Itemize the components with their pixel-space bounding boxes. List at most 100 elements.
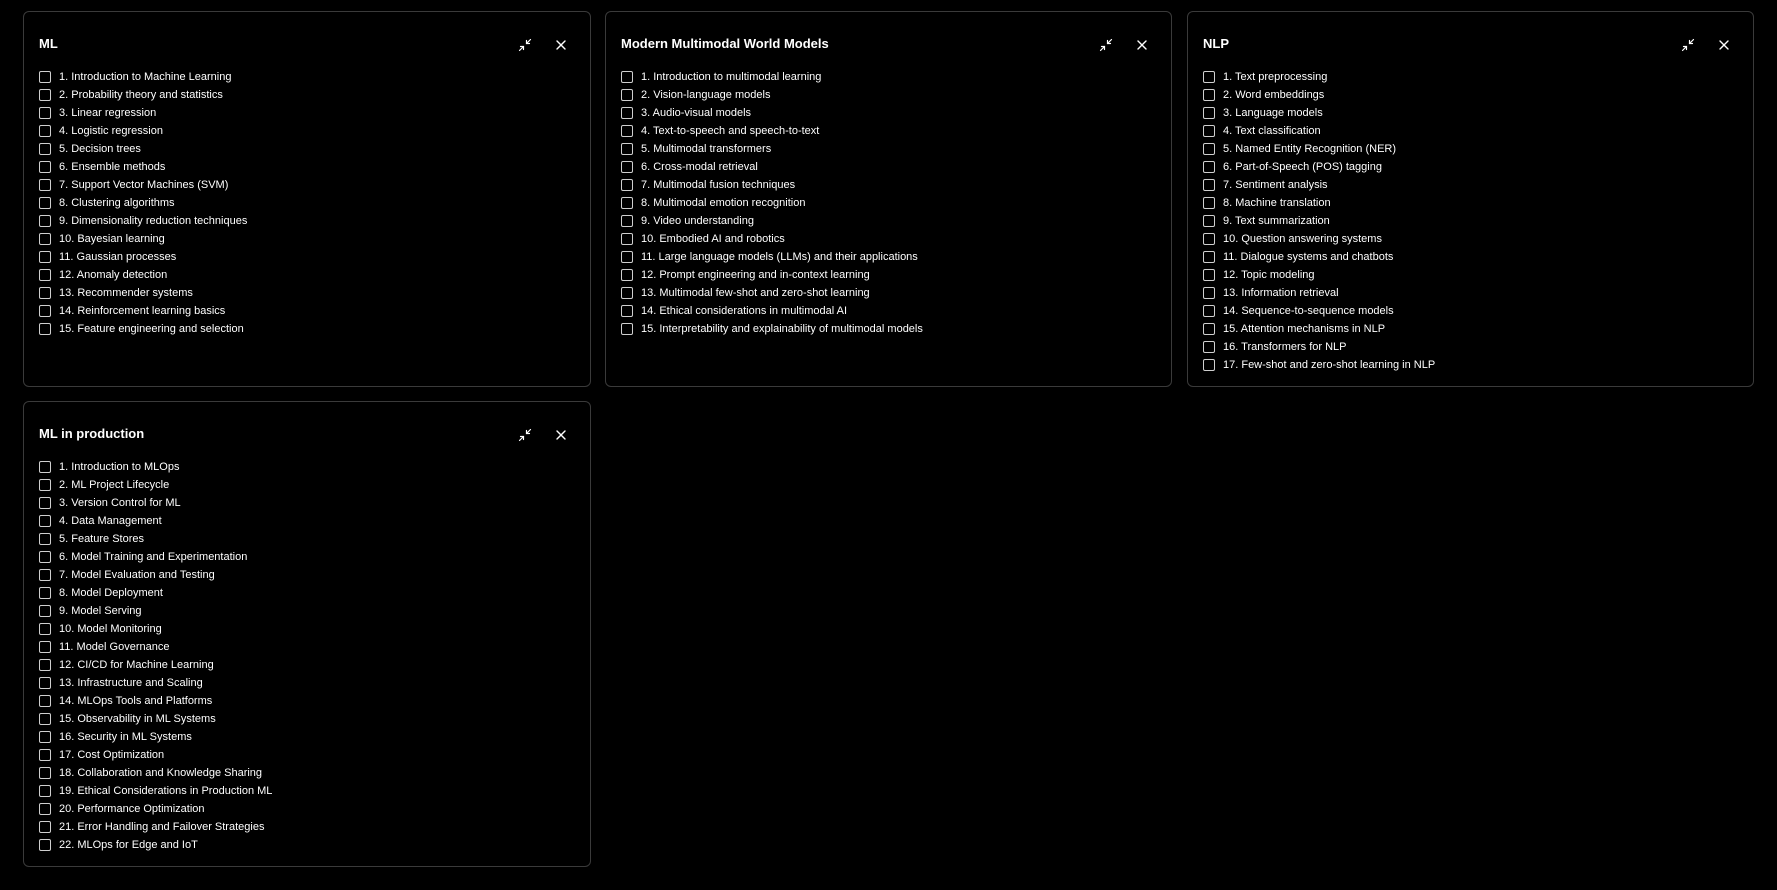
list-item[interactable]: 1. Text preprocessing xyxy=(1203,68,1435,86)
checkbox[interactable] xyxy=(1203,89,1215,101)
list-item[interactable]: 3. Language models xyxy=(1203,104,1435,122)
list-item[interactable]: 10. Model Monitoring xyxy=(39,620,272,638)
checkbox[interactable] xyxy=(39,821,51,833)
checkbox[interactable] xyxy=(621,161,633,173)
checkbox[interactable] xyxy=(1203,143,1215,155)
list-item[interactable]: 2. Vision-language models xyxy=(621,86,923,104)
list-item[interactable]: 4. Text-to-speech and speech-to-text xyxy=(621,122,923,140)
checkbox[interactable] xyxy=(1203,305,1215,317)
list-item[interactable]: 4. Text classification xyxy=(1203,122,1435,140)
list-item[interactable]: 7. Model Evaluation and Testing xyxy=(39,566,272,584)
checkbox[interactable] xyxy=(39,623,51,635)
list-item[interactable]: 12. Topic modeling xyxy=(1203,266,1435,284)
checkbox[interactable] xyxy=(39,659,51,671)
list-item[interactable]: 5. Feature Stores xyxy=(39,530,272,548)
checkbox[interactable] xyxy=(1203,251,1215,263)
list-item[interactable]: 6. Ensemble methods xyxy=(39,158,247,176)
checkbox[interactable] xyxy=(39,233,51,245)
checkbox[interactable] xyxy=(39,461,51,473)
checkbox[interactable] xyxy=(39,287,51,299)
checkbox[interactable] xyxy=(39,197,51,209)
minimize-button[interactable] xyxy=(1096,35,1116,55)
list-item[interactable]: 3. Audio-visual models xyxy=(621,104,923,122)
list-item[interactable]: 10. Question answering systems xyxy=(1203,230,1435,248)
checkbox[interactable] xyxy=(39,161,51,173)
list-item[interactable]: 7. Sentiment analysis xyxy=(1203,176,1435,194)
list-item[interactable]: 1. Introduction to Machine Learning xyxy=(39,68,247,86)
list-item[interactable]: 11. Gaussian processes xyxy=(39,248,247,266)
list-item[interactable]: 4. Logistic regression xyxy=(39,122,247,140)
list-item[interactable]: 3. Linear regression xyxy=(39,104,247,122)
checkbox[interactable] xyxy=(39,269,51,281)
checkbox[interactable] xyxy=(39,125,51,137)
list-item[interactable]: 9. Dimensionality reduction techniques xyxy=(39,212,247,230)
checkbox[interactable] xyxy=(39,479,51,491)
checkbox[interactable] xyxy=(39,215,51,227)
list-item[interactable]: 3. Version Control for ML xyxy=(39,494,272,512)
checkbox[interactable] xyxy=(39,89,51,101)
list-item[interactable]: 17. Few-shot and zero-shot learning in N… xyxy=(1203,356,1435,374)
list-item[interactable]: 20. Performance Optimization xyxy=(39,800,272,818)
checkbox[interactable] xyxy=(39,695,51,707)
minimize-button[interactable] xyxy=(515,35,535,55)
list-item[interactable]: 13. Multimodal few-shot and zero-shot le… xyxy=(621,284,923,302)
list-item[interactable]: 10. Embodied AI and robotics xyxy=(621,230,923,248)
list-item[interactable]: 12. CI/CD for Machine Learning xyxy=(39,656,272,674)
checkbox[interactable] xyxy=(1203,215,1215,227)
checkbox[interactable] xyxy=(39,731,51,743)
checkbox[interactable] xyxy=(39,551,51,563)
list-item[interactable]: 5. Named Entity Recognition (NER) xyxy=(1203,140,1435,158)
list-item[interactable]: 11. Model Governance xyxy=(39,638,272,656)
checkbox[interactable] xyxy=(39,641,51,653)
checkbox[interactable] xyxy=(39,497,51,509)
checkbox[interactable] xyxy=(39,803,51,815)
list-item[interactable]: 13. Infrastructure and Scaling xyxy=(39,674,272,692)
checkbox[interactable] xyxy=(621,233,633,245)
checkbox[interactable] xyxy=(621,143,633,155)
list-item[interactable]: 13. Information retrieval xyxy=(1203,284,1435,302)
list-item[interactable]: 5. Decision trees xyxy=(39,140,247,158)
checkbox[interactable] xyxy=(621,179,633,191)
checkbox[interactable] xyxy=(39,251,51,263)
list-item[interactable]: 7. Support Vector Machines (SVM) xyxy=(39,176,247,194)
checkbox[interactable] xyxy=(621,107,633,119)
list-item[interactable]: 19. Ethical Considerations in Production… xyxy=(39,782,272,800)
list-item[interactable]: 9. Video understanding xyxy=(621,212,923,230)
list-item[interactable]: 14. Ethical considerations in multimodal… xyxy=(621,302,923,320)
list-item[interactable]: 11. Large language models (LLMs) and the… xyxy=(621,248,923,266)
close-button[interactable] xyxy=(551,425,571,445)
minimize-button[interactable] xyxy=(515,425,535,445)
checkbox[interactable] xyxy=(621,287,633,299)
checkbox[interactable] xyxy=(39,305,51,317)
list-item[interactable]: 5. Multimodal transformers xyxy=(621,140,923,158)
list-item[interactable]: 13. Recommender systems xyxy=(39,284,247,302)
checkbox[interactable] xyxy=(39,143,51,155)
checkbox[interactable] xyxy=(39,179,51,191)
close-button[interactable] xyxy=(1132,35,1152,55)
list-item[interactable]: 8. Model Deployment xyxy=(39,584,272,602)
list-item[interactable]: 15. Interpretability and explainability … xyxy=(621,320,923,338)
list-item[interactable]: 2. Probability theory and statistics xyxy=(39,86,247,104)
list-item[interactable]: 1. Introduction to MLOps xyxy=(39,458,272,476)
list-item[interactable]: 6. Part-of-Speech (POS) tagging xyxy=(1203,158,1435,176)
list-item[interactable]: 22. MLOps for Edge and IoT xyxy=(39,836,272,854)
list-item[interactable]: 4. Data Management xyxy=(39,512,272,530)
checkbox[interactable] xyxy=(39,323,51,335)
list-item[interactable]: 6. Cross-modal retrieval xyxy=(621,158,923,176)
checkbox[interactable] xyxy=(39,749,51,761)
list-item[interactable]: 8. Machine translation xyxy=(1203,194,1435,212)
checkbox[interactable] xyxy=(1203,125,1215,137)
list-item[interactable]: 9. Text summarization xyxy=(1203,212,1435,230)
checkbox[interactable] xyxy=(39,533,51,545)
list-item[interactable]: 2. Word embeddings xyxy=(1203,86,1435,104)
checkbox[interactable] xyxy=(621,305,633,317)
checkbox[interactable] xyxy=(39,785,51,797)
checkbox[interactable] xyxy=(39,767,51,779)
list-item[interactable]: 18. Collaboration and Knowledge Sharing xyxy=(39,764,272,782)
checkbox[interactable] xyxy=(39,605,51,617)
minimize-button[interactable] xyxy=(1678,35,1698,55)
list-item[interactable]: 14. Reinforcement learning basics xyxy=(39,302,247,320)
checkbox[interactable] xyxy=(1203,341,1215,353)
checkbox[interactable] xyxy=(621,197,633,209)
checkbox[interactable] xyxy=(39,677,51,689)
